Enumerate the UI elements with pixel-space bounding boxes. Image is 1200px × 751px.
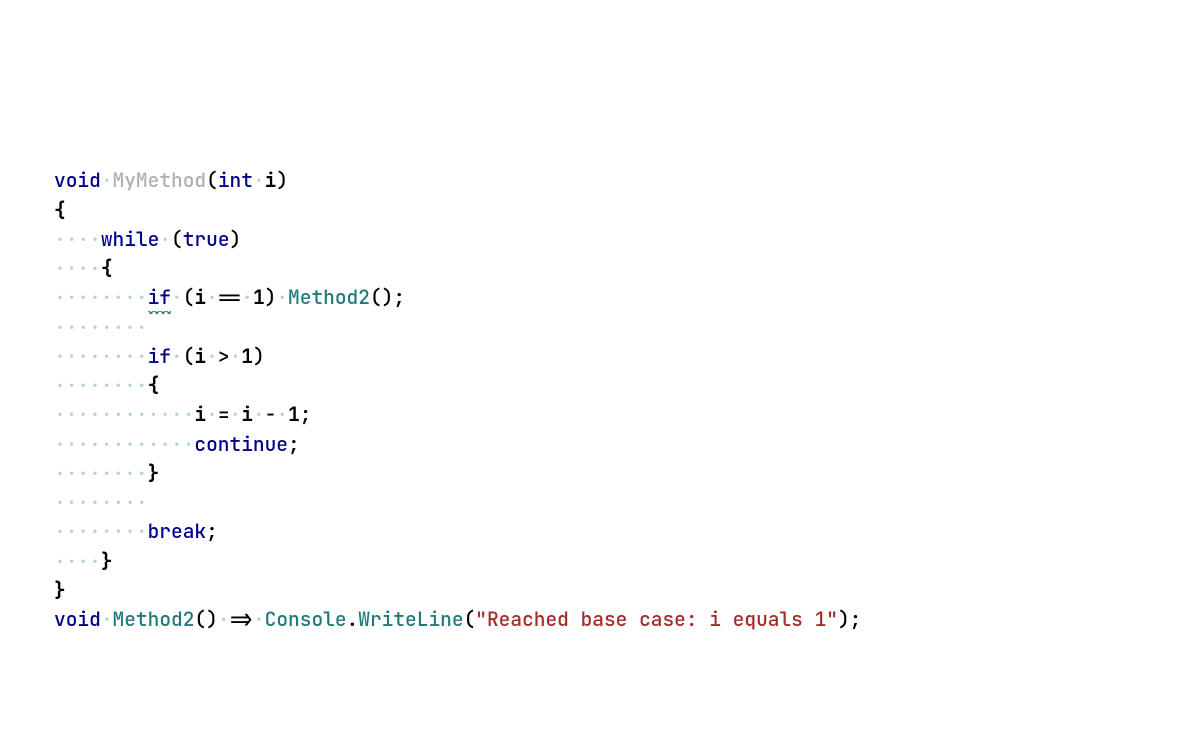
line-2: { [54, 197, 66, 223]
line-5: ········if·(i·==·1)·Method2(); [54, 284, 405, 310]
keyword-if: if [148, 343, 171, 369]
line-7: ········if·(i·>·1) [54, 343, 265, 369]
keyword-continue: continue [194, 431, 288, 457]
string-literal: "Reached base case: i equals 1" [475, 606, 838, 632]
line-11: ········} [54, 460, 159, 486]
keyword-int: int [218, 167, 253, 193]
param-i: i [265, 167, 277, 193]
keyword-while: while [101, 226, 160, 252]
call-Method2: Method2 [288, 284, 370, 310]
keyword-true: true [183, 226, 230, 252]
warning-underline: if [148, 283, 171, 312]
line-8: ········{ [54, 372, 159, 398]
line-10: ············continue; [54, 431, 300, 457]
keyword-void: void [54, 167, 101, 193]
line-13: ········break; [54, 518, 218, 544]
keyword-if: if [148, 284, 171, 310]
line-15: } [54, 577, 66, 603]
line-16: void·Method2()·=>·Console.WriteLine("Rea… [54, 606, 861, 632]
line-4: ····{ [54, 255, 113, 281]
class-Console: Console [265, 606, 347, 632]
keyword-break: break [148, 518, 207, 544]
call-WriteLine: WriteLine [358, 606, 463, 632]
code-block: void·MyMethod(int·i) { ····while·(true) … [54, 137, 861, 634]
line-12: ········ [54, 489, 148, 515]
method-decl-Method2: Method2 [113, 606, 195, 632]
line-1: void·MyMethod(int·i) [54, 167, 288, 193]
line-6: ········ [54, 314, 148, 340]
line-3: ····while·(true) [54, 226, 241, 252]
method-decl-MyMethod: MyMethod [113, 167, 207, 193]
line-9: ············i·=·i·-·1; [54, 401, 311, 427]
line-14: ····} [54, 548, 113, 574]
